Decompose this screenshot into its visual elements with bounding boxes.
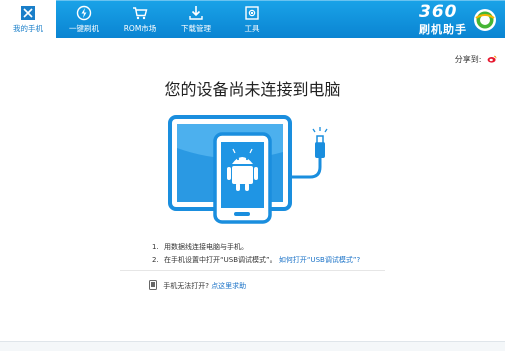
- how-to-enable-usb-debug-link[interactable]: 如何打开“USB调试模式”?: [279, 256, 360, 264]
- brand-name: 刷机助手: [419, 23, 467, 36]
- share-bar: 分享到:: [455, 54, 497, 65]
- 360-logo-icon: [474, 9, 496, 31]
- tab-label: 下载管理: [181, 24, 211, 33]
- step-text: 用数据线连接电脑与手机。: [164, 243, 248, 251]
- toolbox-icon: [245, 6, 259, 20]
- get-help-link[interactable]: 点这里求助: [211, 282, 246, 290]
- tab-download-manager[interactable]: 下载管理: [168, 0, 224, 38]
- brand-logo-area: 360 刷机助手: [405, 2, 501, 36]
- tab-label: 我的手机: [13, 24, 43, 33]
- share-label: 分享到:: [454, 55, 482, 64]
- step-1: 1. 用数据线连接电脑与手机。: [152, 241, 360, 254]
- tab-tools[interactable]: 工具: [224, 0, 280, 38]
- tab-my-phone[interactable]: 我的手机: [0, 0, 56, 38]
- tab-label: 工具: [244, 24, 260, 33]
- tab-rom-market[interactable]: ROM市场: [112, 0, 168, 38]
- weibo-icon[interactable]: [487, 55, 497, 63]
- cart-icon: [133, 7, 148, 20]
- help-text: 手机无法打开?: [163, 282, 209, 290]
- step-2: 2. 在手机设置中打开“USB调试模式”。 如何打开“USB调试模式”?: [152, 254, 360, 267]
- device-connect-illustration: [168, 115, 328, 224]
- step-number: 2.: [152, 256, 159, 264]
- download-icon: [189, 6, 203, 20]
- step-text: 在手机设置中打开“USB调试模式”。: [164, 256, 277, 264]
- divider: [120, 270, 385, 271]
- tab-label: ROM市场: [123, 24, 157, 33]
- tab-label: 一键刷机: [69, 24, 99, 33]
- step-number: 1.: [152, 243, 159, 251]
- connection-steps: 1. 用数据线连接电脑与手机。 2. 在手机设置中打开“USB调试模式”。 如何打开…: [152, 241, 360, 267]
- top-nav-bar: 我的手机 一键刷机 ROM市场 下载管理 工具 360 刷机助手: [0, 0, 505, 38]
- help-row: 手机无法打开? 点这里求助: [149, 280, 246, 291]
- tab-one-click-flash[interactable]: 一键刷机: [56, 0, 112, 38]
- phone-icon: [21, 6, 35, 20]
- phone-help-icon: [149, 280, 157, 290]
- brand-number: 360: [419, 2, 458, 22]
- flash-icon: [76, 5, 92, 21]
- page-title: 您的设备尚未连接到电脑: [164, 80, 341, 99]
